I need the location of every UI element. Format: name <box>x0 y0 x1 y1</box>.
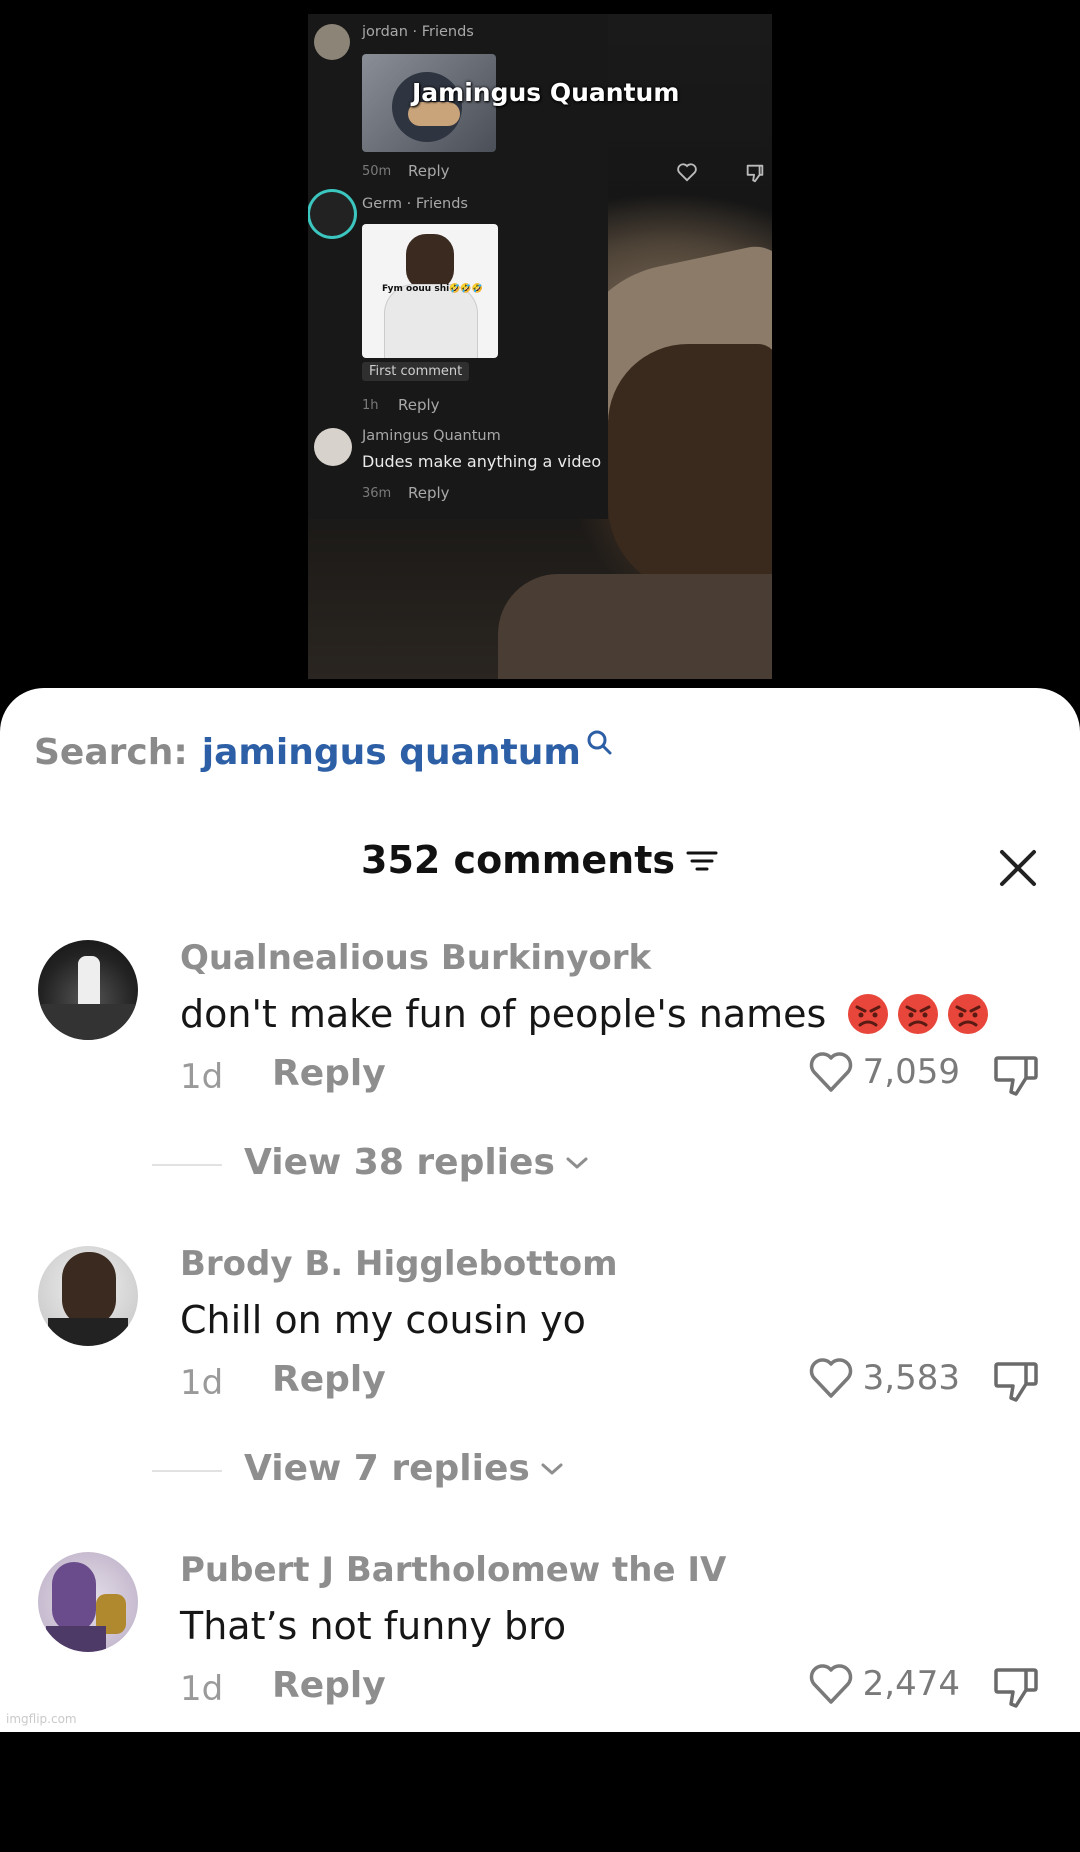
heart-icon[interactable] <box>807 1356 855 1400</box>
divider <box>152 1470 222 1472</box>
avatar[interactable] <box>38 1552 138 1652</box>
comment-sheet: Search: jamingus quantum 352 comments Qu… <box>0 688 1080 1732</box>
close-icon[interactable] <box>996 846 1040 890</box>
heart-icon[interactable] <box>807 1050 855 1094</box>
comment-author[interactable]: Brody B. Higglebottom <box>180 1244 618 1284</box>
view-replies-label[interactable]: View 7 replies <box>244 1448 530 1489</box>
chevron-down-icon[interactable] <box>540 1461 564 1477</box>
sticker-caption: Jamingus Quantum <box>412 78 680 107</box>
comment-text: don't make fun of people's names <box>180 992 990 1036</box>
reply-button[interactable]: Reply <box>272 1665 386 1706</box>
video-comments-panel: jordan · Friends Jamingus Quantum 50m Re… <box>308 14 764 519</box>
video-comment-user: Jamingus Quantum <box>362 428 501 444</box>
chevron-down-icon[interactable] <box>565 1155 589 1171</box>
angry-face-emoji-icon <box>848 994 889 1034</box>
video-person-shirt <box>498 574 772 679</box>
dislike-icon[interactable] <box>744 162 766 184</box>
comment-time: 1d <box>180 1057 224 1097</box>
view-replies-label[interactable]: View 38 replies <box>244 1142 555 1183</box>
video-frame: jordan · Friends Jamingus Quantum 50m Re… <box>308 14 772 679</box>
avatar <box>314 24 350 60</box>
reply-button[interactable]: Reply <box>272 1053 386 1094</box>
comments-count-title: 352 comments <box>361 838 675 882</box>
angry-face-emoji-icon <box>898 994 939 1034</box>
heart-icon[interactable] <box>676 162 698 182</box>
reply-button[interactable]: Reply <box>272 1359 386 1400</box>
avatar[interactable] <box>38 1246 138 1346</box>
video-comment-user: Germ · Friends <box>362 196 468 212</box>
video-comment-time: 36m <box>362 486 392 501</box>
comment-author[interactable]: Qualnealious Burkinyork <box>180 938 651 978</box>
comment-item: Pubert J Bartholomew the IV That’s not f… <box>0 1550 1080 1852</box>
watermark: imgflip.com <box>6 1712 77 1726</box>
search-icon[interactable] <box>585 728 613 756</box>
video-comment-time: 50m <box>362 164 392 179</box>
comment-time: 1d <box>180 1669 224 1709</box>
video-reply-button[interactable]: Reply <box>408 484 450 502</box>
video-reply-button[interactable]: Reply <box>398 396 440 414</box>
video-reply-button[interactable]: Reply <box>408 162 450 180</box>
like-count: 7,059 <box>862 1052 960 1092</box>
comment-item: Brody B. Higglebottom Chill on my cousin… <box>0 1244 1080 1546</box>
dislike-icon[interactable] <box>992 1050 1042 1100</box>
comments-header: 352 comments <box>0 838 1080 882</box>
angry-face-emoji-icon <box>948 994 989 1034</box>
avatar[interactable] <box>38 940 138 1040</box>
comment-text: Chill on my cousin yo <box>180 1298 586 1342</box>
sticker-caption: Fym oouu shi🤣🤣🤣 <box>382 284 483 294</box>
like-button[interactable]: 7,059 <box>807 1050 960 1094</box>
comment-author[interactable]: Pubert J Bartholomew the IV <box>180 1550 726 1590</box>
like-count: 2,474 <box>862 1664 960 1704</box>
search-query-link[interactable]: jamingus quantum <box>202 732 581 773</box>
comment-text-body: don't make fun of people's names <box>180 992 827 1036</box>
like-button[interactable]: 2,474 <box>807 1662 960 1706</box>
like-count: 3,583 <box>862 1358 960 1398</box>
dislike-icon[interactable] <box>992 1356 1042 1406</box>
search-label: Search: <box>34 732 188 773</box>
video-comment-user: jordan · Friends <box>362 24 474 40</box>
avatar <box>310 192 354 236</box>
divider <box>152 1164 222 1166</box>
like-button[interactable]: 3,583 <box>807 1356 960 1400</box>
first-comment-badge: First comment <box>362 362 470 381</box>
video-person-face <box>608 344 772 594</box>
heart-icon[interactable] <box>807 1662 855 1706</box>
video-comment-text: Dudes make anything a video <box>362 452 602 471</box>
comment-time: 1d <box>180 1363 224 1403</box>
search-suggestion[interactable]: Search: jamingus quantum <box>34 730 613 773</box>
sort-icon[interactable] <box>685 845 719 875</box>
comment-item: Qualnealious Burkinyork don't make fun o… <box>0 938 1080 1240</box>
video-comment-time: 1h <box>362 398 379 413</box>
avatar <box>314 428 352 466</box>
comment-text: That’s not funny bro <box>180 1604 567 1648</box>
dislike-icon[interactable] <box>992 1662 1042 1712</box>
